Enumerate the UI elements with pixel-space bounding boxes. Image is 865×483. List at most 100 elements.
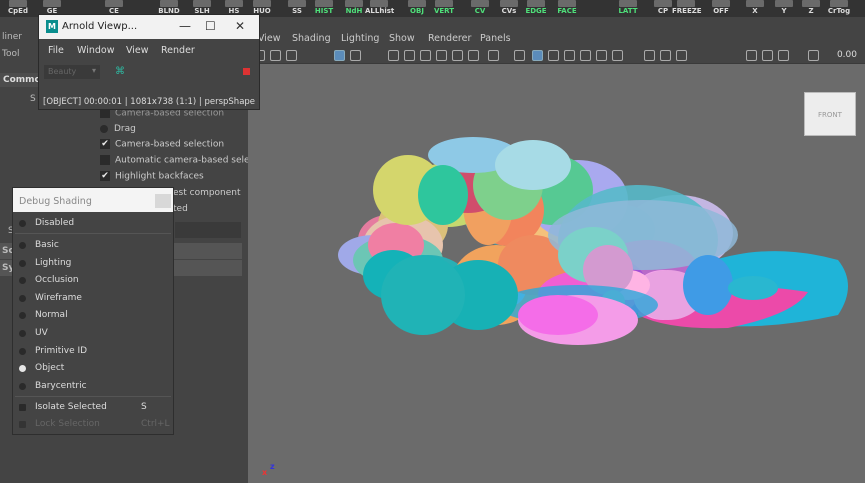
shelf-button-cvs[interactable]: CVs	[495, 0, 523, 17]
field-chart-icon[interactable]	[452, 50, 463, 61]
colored-objects[interactable]	[338, 137, 848, 345]
viewport-scene[interactable]	[248, 30, 865, 483]
antialiasing-icon[interactable]	[676, 50, 687, 61]
debug-option-normal[interactable]: Normal	[35, 310, 68, 320]
shelf-button-x[interactable]: X	[741, 0, 769, 17]
motion-blur-icon[interactable]	[660, 50, 671, 61]
menu-shading[interactable]: Shading	[292, 33, 331, 44]
minimize-icon[interactable]: —	[179, 19, 191, 33]
arnold-menu-window[interactable]: Window	[77, 45, 114, 56]
grid-icon[interactable]	[388, 50, 399, 61]
radio-occlusion[interactable]	[19, 277, 26, 284]
shelf-button-obj[interactable]: OBJ	[403, 0, 431, 17]
shelf-button-cv[interactable]: CV	[466, 0, 494, 17]
ambient-occlusion-icon[interactable]	[644, 50, 655, 61]
radio-basic[interactable]	[19, 242, 26, 249]
menu-lighting[interactable]: Lighting	[341, 33, 379, 44]
shelf-button-ss[interactable]: SS	[283, 0, 311, 17]
radio-uv[interactable]	[19, 330, 26, 337]
debug-option-disabled[interactable]: Disabled	[35, 218, 74, 228]
xray-joints-icon[interactable]	[762, 50, 773, 61]
lights-icon[interactable]	[580, 50, 591, 61]
shelf-button-vert[interactable]: VERT	[430, 0, 458, 17]
xray-active-icon[interactable]	[778, 50, 789, 61]
radio-normal[interactable]	[19, 312, 26, 319]
arnold-titlebar[interactable]: M Arnold Viewp... — ☐ ✕	[39, 15, 259, 39]
field-box[interactable]	[175, 222, 241, 238]
menu-renderer[interactable]: Renderer	[428, 33, 471, 44]
isolate-selected-option[interactable]: Isolate Selected	[35, 402, 107, 412]
resolution-gate-icon[interactable]	[420, 50, 431, 61]
maximize-icon[interactable]: ☐	[205, 19, 216, 33]
menu-panels[interactable]: Panels	[480, 33, 511, 44]
exposure-value[interactable]: 0.00	[837, 50, 857, 60]
close-icon[interactable]: ✕	[235, 19, 245, 33]
checkbox-checked[interactable]: ✔	[100, 171, 110, 181]
wireframe-on-shaded-icon[interactable]	[548, 50, 559, 61]
pencil-icon[interactable]	[350, 50, 361, 61]
shelf-button-off[interactable]: OFF	[707, 0, 735, 17]
option-automatic-camera-selection[interactable]: Automatic camera-based select	[100, 155, 258, 169]
debug-option-occlusion[interactable]: Occlusion	[35, 275, 79, 285]
arnold-menu-view[interactable]: View	[126, 45, 149, 56]
option-camera-based-selection-2[interactable]: ✔ Camera-based selection	[100, 139, 224, 153]
checkbox[interactable]	[100, 155, 110, 165]
shelf-button-y[interactable]: Y	[770, 0, 798, 17]
radio-object-selected[interactable]	[19, 365, 26, 372]
shelf-button-freeze[interactable]: FREEZE	[672, 0, 702, 17]
shelf-button-allhist[interactable]: ALLhist	[365, 0, 394, 17]
lock-checkbox[interactable]	[19, 421, 26, 428]
arnold-menu-render[interactable]: Render	[161, 45, 195, 56]
wireframe-icon[interactable]	[488, 50, 499, 61]
isolate-select-icon[interactable]	[746, 50, 757, 61]
debug-option-lighting[interactable]: Lighting	[35, 258, 71, 268]
checkbox-checked[interactable]: ✔	[100, 139, 110, 149]
safe-action-icon[interactable]	[468, 50, 479, 61]
radio-lighting[interactable]	[19, 260, 26, 267]
debug-option-wireframe[interactable]: Wireframe	[35, 293, 82, 303]
shelf-button-latt[interactable]: LATT	[614, 0, 642, 17]
debug-option-object[interactable]: Object	[35, 363, 64, 373]
shelf-button-hist[interactable]: HIST	[310, 0, 338, 17]
radio-primitive-id[interactable]	[19, 348, 26, 355]
shelf-button-edge[interactable]: EDGE	[522, 0, 550, 17]
shelf-button-crtog[interactable]: CrTog	[825, 0, 853, 17]
xray-icon[interactable]	[612, 50, 623, 61]
aov-dropdown[interactable]: Beauty ▾	[44, 65, 100, 79]
arnold-menu-file[interactable]: File	[48, 45, 64, 56]
shadows-icon[interactable]	[596, 50, 607, 61]
stop-render-icon[interactable]	[243, 68, 250, 75]
menu-view[interactable]: View	[258, 33, 281, 44]
option-highlight-backfaces[interactable]: ✔ Highlight backfaces	[100, 171, 204, 185]
film-gate-icon[interactable]	[404, 50, 415, 61]
select-camera-icon[interactable]	[334, 50, 345, 61]
bookmark-icon[interactable]	[286, 50, 297, 61]
exposure-icon[interactable]	[808, 50, 819, 61]
attributes-icon[interactable]	[270, 50, 281, 61]
debug-option-primitive-id[interactable]: Primitive ID	[35, 346, 87, 356]
debug-shading-header[interactable]: Debug Shading	[13, 188, 173, 212]
radio-button[interactable]	[100, 124, 108, 133]
shelf-button-z[interactable]: Z	[797, 0, 825, 17]
option-camera-based-selection-1[interactable]: Camera-based selection	[100, 108, 224, 122]
debug-option-barycentric[interactable]: Barycentric	[35, 381, 87, 391]
isolate-checkbox[interactable]	[19, 404, 26, 411]
radio-barycentric[interactable]	[19, 383, 26, 390]
gate-mask-icon[interactable]	[436, 50, 447, 61]
lock-selection-option[interactable]: Lock Selection	[35, 419, 100, 429]
shelf-button-cped[interactable]: CpEd	[4, 0, 32, 17]
shelf-button-ndh[interactable]: NdH	[340, 0, 368, 17]
debug-option-uv[interactable]: UV	[35, 328, 48, 338]
shaded-icon[interactable]	[532, 50, 543, 61]
viewcube[interactable]: FRONT	[804, 92, 856, 136]
option-drag[interactable]: Drag	[100, 124, 136, 138]
perspective-viewport[interactable]: FRONT	[248, 30, 865, 483]
tear-off-handle[interactable]	[155, 194, 171, 208]
textured-icon[interactable]	[564, 50, 575, 61]
shelf-button-face[interactable]: FACE	[553, 0, 581, 17]
crop-region-icon[interactable]: ⌘	[115, 67, 125, 77]
debug-option-basic[interactable]: Basic	[35, 240, 59, 250]
radio-wireframe[interactable]	[19, 295, 26, 302]
smooth-shade-icon[interactable]	[514, 50, 525, 61]
menu-show[interactable]: Show	[389, 33, 415, 44]
